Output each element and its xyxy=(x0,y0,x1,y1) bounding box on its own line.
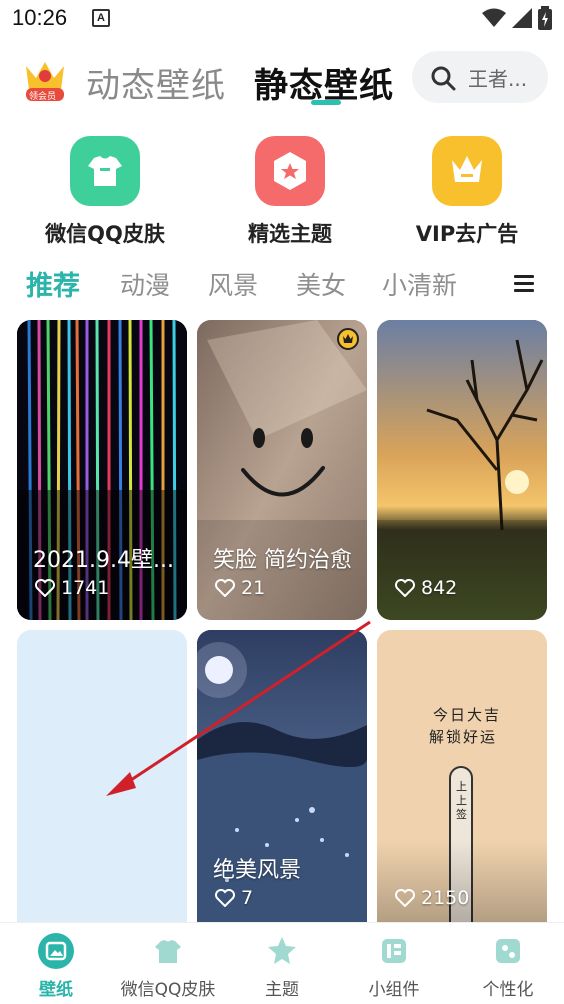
wallpaper-card[interactable] xyxy=(17,630,187,922)
category-label: VIP去广告 xyxy=(415,222,519,246)
lucky-text-line2: 解锁好运 xyxy=(429,728,498,746)
category-wechat-qq-skin[interactable]: 微信QQ皮肤 xyxy=(30,136,180,248)
wallpaper-card[interactable]: 绝美风景 7 xyxy=(197,630,367,922)
subtab-scenery[interactable]: 风景 xyxy=(208,266,258,302)
heart-icon[interactable] xyxy=(395,889,415,907)
signal-icon xyxy=(512,8,532,28)
category-vip-no-ads[interactable]: VIP去广告 xyxy=(392,136,542,248)
subtab-beauty[interactable]: 美女 xyxy=(296,266,346,302)
card-likes: 842 xyxy=(395,577,457,599)
crown-icon xyxy=(432,136,502,206)
wallpaper-image xyxy=(377,320,547,620)
tab-dynamic-wallpaper[interactable]: 动态壁纸 xyxy=(86,58,226,107)
card-likes: 2150 xyxy=(395,887,469,909)
like-count: 21 xyxy=(241,577,266,599)
card-title: 2021.9.4壁... xyxy=(33,548,174,573)
like-count: 2150 xyxy=(421,887,470,909)
status-icons xyxy=(482,6,552,30)
vip-badge-label: 领会员 xyxy=(29,92,57,102)
heart-icon[interactable] xyxy=(215,889,235,907)
top-header: 领会员 动态壁纸 静态壁纸 王者... xyxy=(0,48,564,112)
subcategory-tabs: 推荐 动漫 风景 美女 小清新 xyxy=(0,262,564,306)
search-placeholder: 王者... xyxy=(468,67,528,91)
category-row: 微信QQ皮肤 精选主题 VIP去广告 xyxy=(0,136,564,248)
battery-icon xyxy=(538,6,552,30)
lucky-stick-label: 上上签 xyxy=(456,780,467,821)
nav-personalize[interactable]: 个性化 xyxy=(452,933,564,1000)
heart-icon[interactable] xyxy=(395,579,415,597)
tshirt-icon xyxy=(150,933,186,969)
nav-theme[interactable]: 主题 xyxy=(226,933,338,1000)
subtab-fresh[interactable]: 小清新 xyxy=(382,266,457,302)
wallpaper-card[interactable]: 笑脸 简约治愈 21 xyxy=(197,320,367,620)
theme-icon xyxy=(264,933,300,969)
menu-icon[interactable] xyxy=(514,275,534,293)
category-label: 精选主题 xyxy=(248,222,332,246)
lucky-text-line1: 今日大吉 xyxy=(433,706,502,724)
notification-icon: A xyxy=(92,9,110,27)
hexagon-star-icon xyxy=(255,136,325,206)
wallpaper-card[interactable]: 今日大吉 解锁好运 上上签 2150 xyxy=(377,630,547,922)
nav-wechat-qq-skin[interactable]: 微信QQ皮肤 xyxy=(112,933,224,1000)
card-title: 绝美风景 xyxy=(213,858,302,883)
like-count: 1741 xyxy=(61,577,110,599)
like-count: 842 xyxy=(421,577,458,599)
heart-icon[interactable] xyxy=(215,579,235,597)
nav-wallpaper[interactable]: 壁纸 xyxy=(0,933,112,1000)
card-likes: 1741 xyxy=(35,577,109,599)
nav-label: 主题 xyxy=(265,980,299,1000)
wallpaper-icon xyxy=(38,933,74,969)
personalize-icon xyxy=(490,933,526,969)
active-tab-indicator xyxy=(311,100,341,105)
subtab-recommended[interactable]: 推荐 xyxy=(26,264,80,303)
card-title: 笑脸 简约治愈 xyxy=(213,548,352,573)
nav-label: 微信QQ皮肤 xyxy=(120,980,216,1000)
subtab-anime[interactable]: 动漫 xyxy=(120,266,170,302)
wallpaper-card[interactable]: 2021.9.4壁... 1741 xyxy=(17,320,187,620)
nav-label: 壁纸 xyxy=(39,980,73,1000)
like-count: 7 xyxy=(241,887,254,909)
wallpaper-image xyxy=(197,320,367,620)
card-likes: 7 xyxy=(215,887,253,909)
vip-badge-button[interactable]: 领会员 xyxy=(22,56,68,102)
nav-widgets[interactable]: 小组件 xyxy=(338,933,450,1000)
wallpaper-image xyxy=(17,320,187,620)
widget-icon xyxy=(376,933,412,969)
wallpaper-card[interactable]: 842 xyxy=(377,320,547,620)
card-likes: 21 xyxy=(215,577,265,599)
bottom-nav: 壁纸 微信QQ皮肤 主题 小组件 个性化 xyxy=(0,922,564,1004)
nav-label: 小组件 xyxy=(368,980,420,1000)
heart-icon[interactable] xyxy=(35,579,55,597)
status-time: 10:26 xyxy=(12,5,68,30)
vip-crown-icon xyxy=(337,328,359,350)
wifi-icon xyxy=(482,8,506,27)
tshirt-icon xyxy=(70,136,140,206)
search-box[interactable]: 王者... xyxy=(412,51,548,103)
category-featured-themes[interactable]: 精选主题 xyxy=(215,136,365,248)
nav-label: 个性化 xyxy=(482,980,534,1000)
status-bar: 10:26 A xyxy=(0,0,564,40)
category-label: 微信QQ皮肤 xyxy=(45,222,165,246)
search-icon xyxy=(431,66,456,91)
